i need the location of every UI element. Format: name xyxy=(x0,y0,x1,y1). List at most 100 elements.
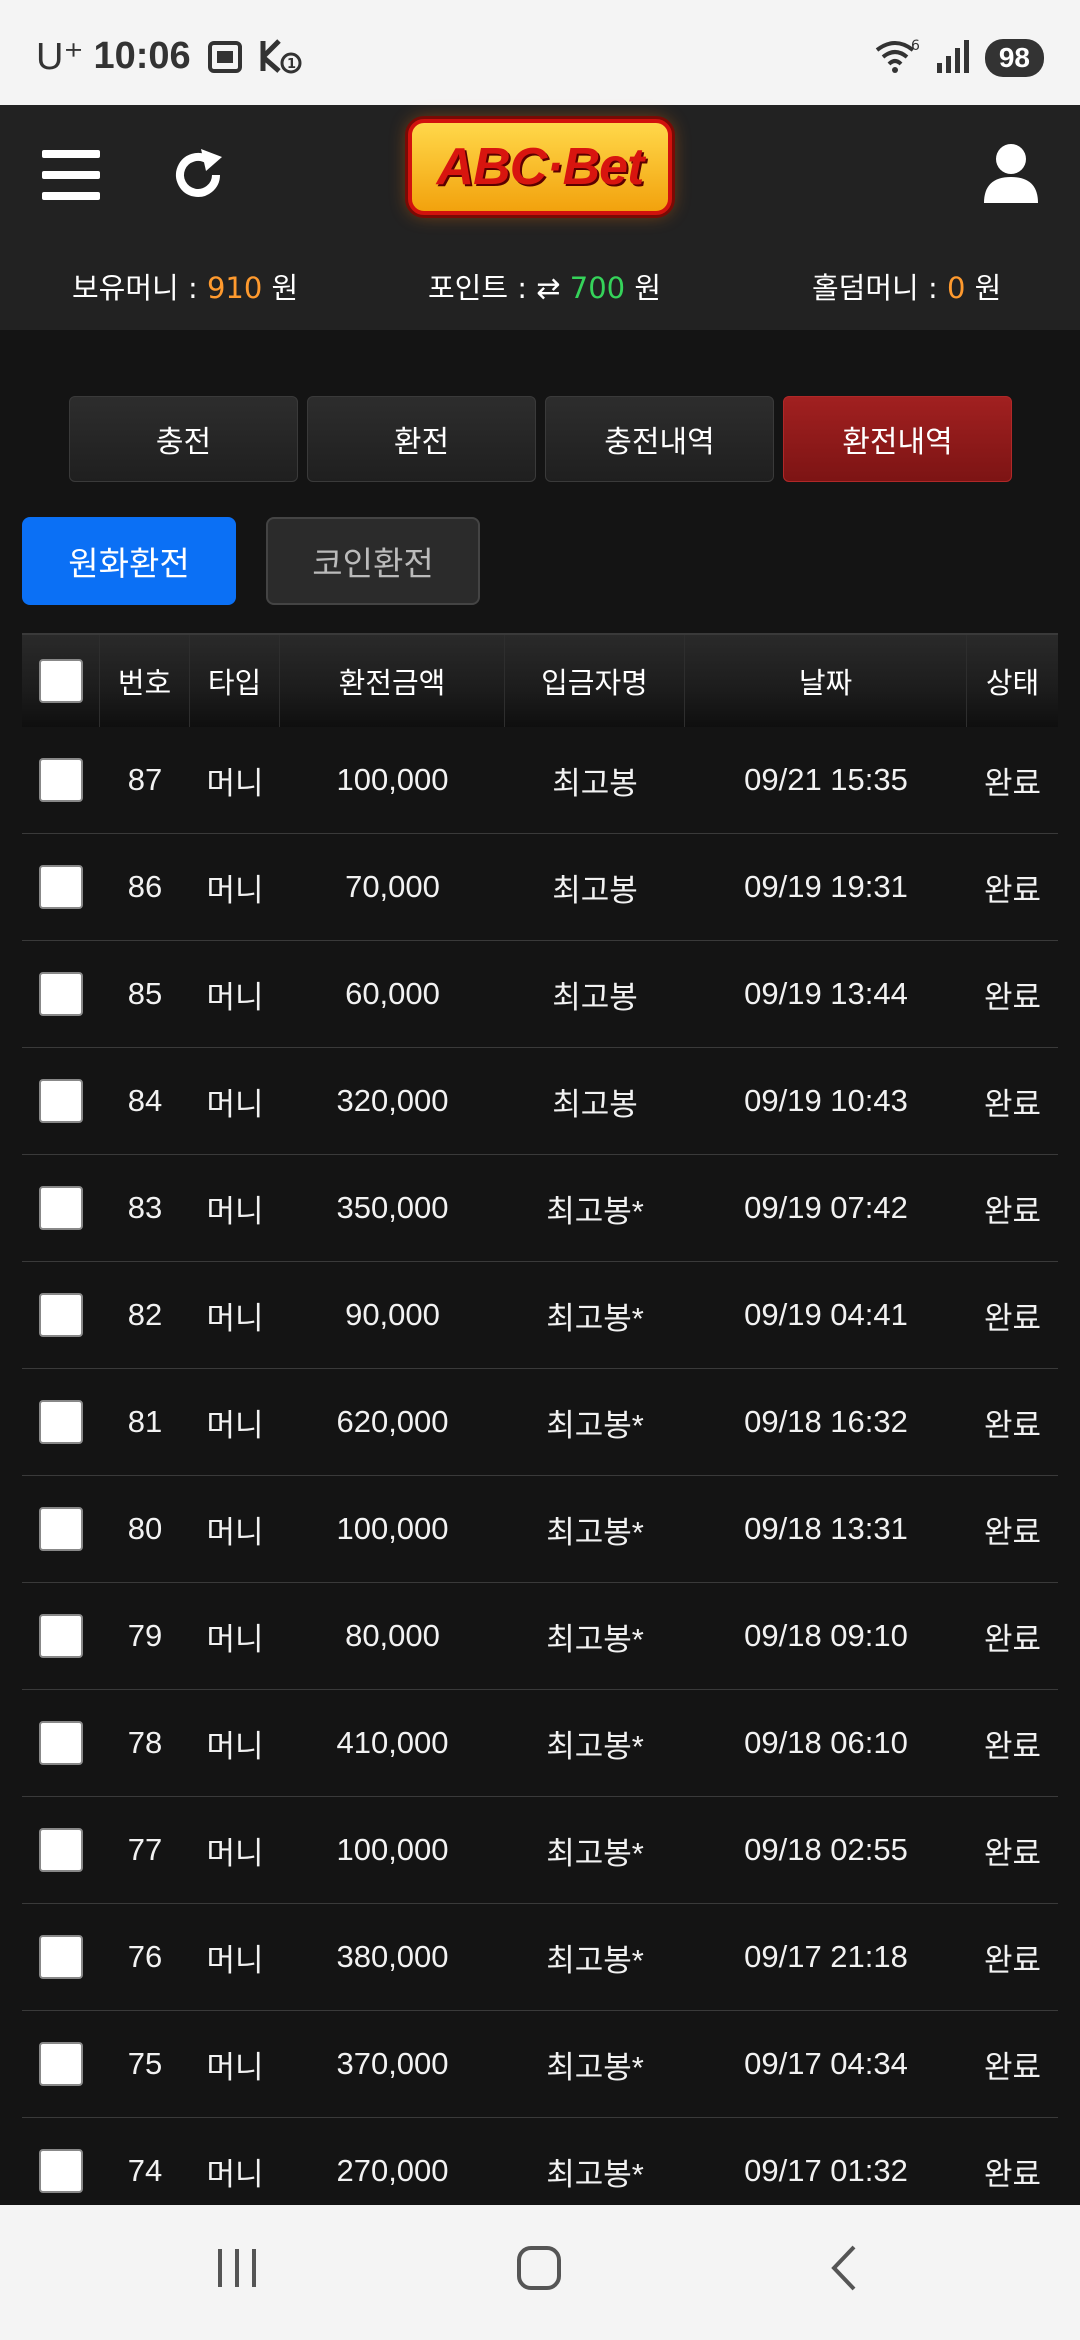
row-amount: 70,000 xyxy=(345,869,440,904)
row-checkbox[interactable] xyxy=(39,1293,83,1337)
point-exchange-icon[interactable]: ⇄ xyxy=(536,271,560,305)
row-checkbox-cell xyxy=(22,1369,100,1475)
row-date: 09/19 04:41 xyxy=(744,1297,908,1332)
row-type: 머니 xyxy=(206,1942,264,1978)
row-depositor: 최고봉* xyxy=(546,1621,644,1657)
row-checkbox-cell xyxy=(22,1155,100,1261)
carrier-label: U⁺ xyxy=(36,36,84,78)
holdem-balance: 홀덤머니 : 0 원 xyxy=(812,265,1001,307)
row-number: 83 xyxy=(127,1190,163,1225)
select-all-cell xyxy=(22,635,100,727)
row-depositor: 최고봉 xyxy=(552,872,638,908)
row-checkbox[interactable] xyxy=(39,1935,83,1979)
row-status: 완료 xyxy=(983,765,1042,801)
app-header: ABC·Bet 보유머니 : 910 원 포인트 : ⇄ 700 원 홀덤머니 … xyxy=(0,105,1080,330)
header-number: 번호 xyxy=(100,635,190,727)
row-checkbox[interactable] xyxy=(39,865,83,909)
row-checkbox[interactable] xyxy=(39,1507,83,1551)
back-icon[interactable] xyxy=(820,2243,870,2293)
row-number: 76 xyxy=(127,1939,163,1974)
row-depositor: 최고봉* xyxy=(546,1193,644,1229)
row-type: 머니 xyxy=(206,1835,264,1871)
recent-apps-icon[interactable] xyxy=(212,2243,262,2293)
header-status: 상태 xyxy=(985,666,1040,700)
withdraw-history-table: 번호 타입 환전금액 입금자명 날짜 상태 87 머니 100,000 최고봉 09/2… xyxy=(22,633,1058,2225)
row-amount: 380,000 xyxy=(336,1939,449,1974)
row-type: 머니 xyxy=(206,1086,264,1122)
row-date: 09/19 10:43 xyxy=(744,1083,908,1118)
row-depositor: 최고봉* xyxy=(546,1300,644,1336)
brand-logo[interactable]: ABC·Bet xyxy=(408,119,672,215)
balance-bar: 보유머니 : 910 원 포인트 : ⇄ 700 원 홀덤머니 : 0 원 xyxy=(0,265,1080,315)
table-row[interactable]: 82 머니 90,000 최고봉* 09/19 04:41 완료 xyxy=(22,1262,1058,1369)
row-checkbox[interactable] xyxy=(39,1614,83,1658)
row-type: 머니 xyxy=(206,2049,264,2085)
row-checkbox[interactable] xyxy=(39,1079,83,1123)
row-checkbox[interactable] xyxy=(39,758,83,802)
krw-withdraw-button[interactable]: 원화환전 xyxy=(22,517,236,605)
tab-deposit-history[interactable]: 충전내역 xyxy=(545,396,774,482)
row-depositor: 최고봉* xyxy=(546,2049,644,2085)
point-balance[interactable]: 포인트 : ⇄ 700 원 xyxy=(428,265,661,307)
row-checkbox-cell xyxy=(22,941,100,1047)
table-row[interactable]: 76 머니 380,000 최고봉* 09/17 21:18 완료 xyxy=(22,1904,1058,2011)
row-date: 09/18 06:10 xyxy=(744,1725,908,1760)
row-depositor: 최고봉* xyxy=(546,1942,644,1978)
table-row[interactable]: 80 머니 100,000 최고봉* 09/18 13:31 완료 xyxy=(22,1476,1058,1583)
row-number: 75 xyxy=(127,2046,163,2081)
row-number: 84 xyxy=(127,1083,163,1118)
row-checkbox[interactable] xyxy=(39,1186,83,1230)
select-all-checkbox[interactable] xyxy=(38,659,83,703)
table-row[interactable]: 75 머니 370,000 최고봉* 09/17 04:34 완료 xyxy=(22,2011,1058,2118)
row-checkbox[interactable] xyxy=(39,972,83,1016)
header-date: 날짜 xyxy=(685,635,967,727)
tab-deposit[interactable]: 충전 xyxy=(69,396,298,482)
money-label: 보유머니 : xyxy=(72,271,207,305)
row-amount: 80,000 xyxy=(345,1618,440,1653)
row-date: 09/19 13:44 xyxy=(744,976,908,1011)
row-number: 80 xyxy=(127,1511,163,1546)
row-checkbox-cell xyxy=(22,1690,100,1796)
row-date: 09/19 19:31 xyxy=(744,869,908,904)
row-number: 87 xyxy=(127,762,163,797)
table-row[interactable]: 81 머니 620,000 최고봉* 09/18 16:32 완료 xyxy=(22,1369,1058,1476)
row-checkbox-cell xyxy=(22,1476,100,1582)
table-row[interactable]: 77 머니 100,000 최고봉* 09/18 02:55 완료 xyxy=(22,1797,1058,1904)
row-checkbox[interactable] xyxy=(39,1828,83,1872)
holdem-label: 홀덤머니 : xyxy=(812,271,947,305)
brand-logo-text: ABC·Bet xyxy=(436,138,645,196)
row-checkbox[interactable] xyxy=(39,2149,83,2193)
tab-withdraw-history[interactable]: 환전내역 xyxy=(783,396,1012,482)
table-row[interactable]: 83 머니 350,000 최고봉* 09/19 07:42 완료 xyxy=(22,1155,1058,1262)
row-checkbox-cell xyxy=(22,1262,100,1368)
table-row[interactable]: 86 머니 70,000 최고봉 09/19 19:31 완료 xyxy=(22,834,1058,941)
home-icon[interactable] xyxy=(514,2243,564,2293)
row-type: 머니 xyxy=(206,1514,264,1550)
table-row[interactable]: 87 머니 100,000 최고봉 09/21 15:35 완료 xyxy=(22,727,1058,834)
table-row[interactable]: 84 머니 320,000 최고봉 09/19 10:43 완료 xyxy=(22,1048,1058,1155)
menu-icon[interactable] xyxy=(42,150,100,200)
table-row[interactable]: 78 머니 410,000 최고봉* 09/18 06:10 완료 xyxy=(22,1690,1058,1797)
user-icon[interactable] xyxy=(982,141,1040,205)
battery-indicator: 98 xyxy=(984,39,1044,77)
system-nav-bar xyxy=(0,2205,1080,2340)
row-checkbox[interactable] xyxy=(39,1400,83,1444)
row-amount: 60,000 xyxy=(345,976,440,1011)
row-date: 09/18 02:55 xyxy=(744,1832,908,1867)
row-number: 81 xyxy=(127,1404,163,1439)
row-checkbox-cell xyxy=(22,1048,100,1154)
refresh-icon[interactable] xyxy=(168,145,228,205)
row-date: 09/17 04:34 xyxy=(744,2046,908,2081)
table-row[interactable]: 85 머니 60,000 최고봉 09/19 13:44 완료 xyxy=(22,941,1058,1048)
row-depositor: 최고봉* xyxy=(546,1728,644,1764)
tab-withdraw[interactable]: 환전 xyxy=(307,396,536,482)
coin-withdraw-button[interactable]: 코인환전 xyxy=(266,517,480,605)
row-type: 머니 xyxy=(206,979,264,1015)
wifi-icon: 6 xyxy=(873,38,921,78)
header-amount: 환전금액 xyxy=(280,635,505,727)
row-checkbox[interactable] xyxy=(39,1721,83,1765)
table-row[interactable]: 79 머니 80,000 최고봉* 09/18 09:10 완료 xyxy=(22,1583,1058,1690)
row-status: 완료 xyxy=(983,1835,1042,1871)
row-checkbox[interactable] xyxy=(39,2042,83,2086)
row-number: 78 xyxy=(127,1725,163,1760)
